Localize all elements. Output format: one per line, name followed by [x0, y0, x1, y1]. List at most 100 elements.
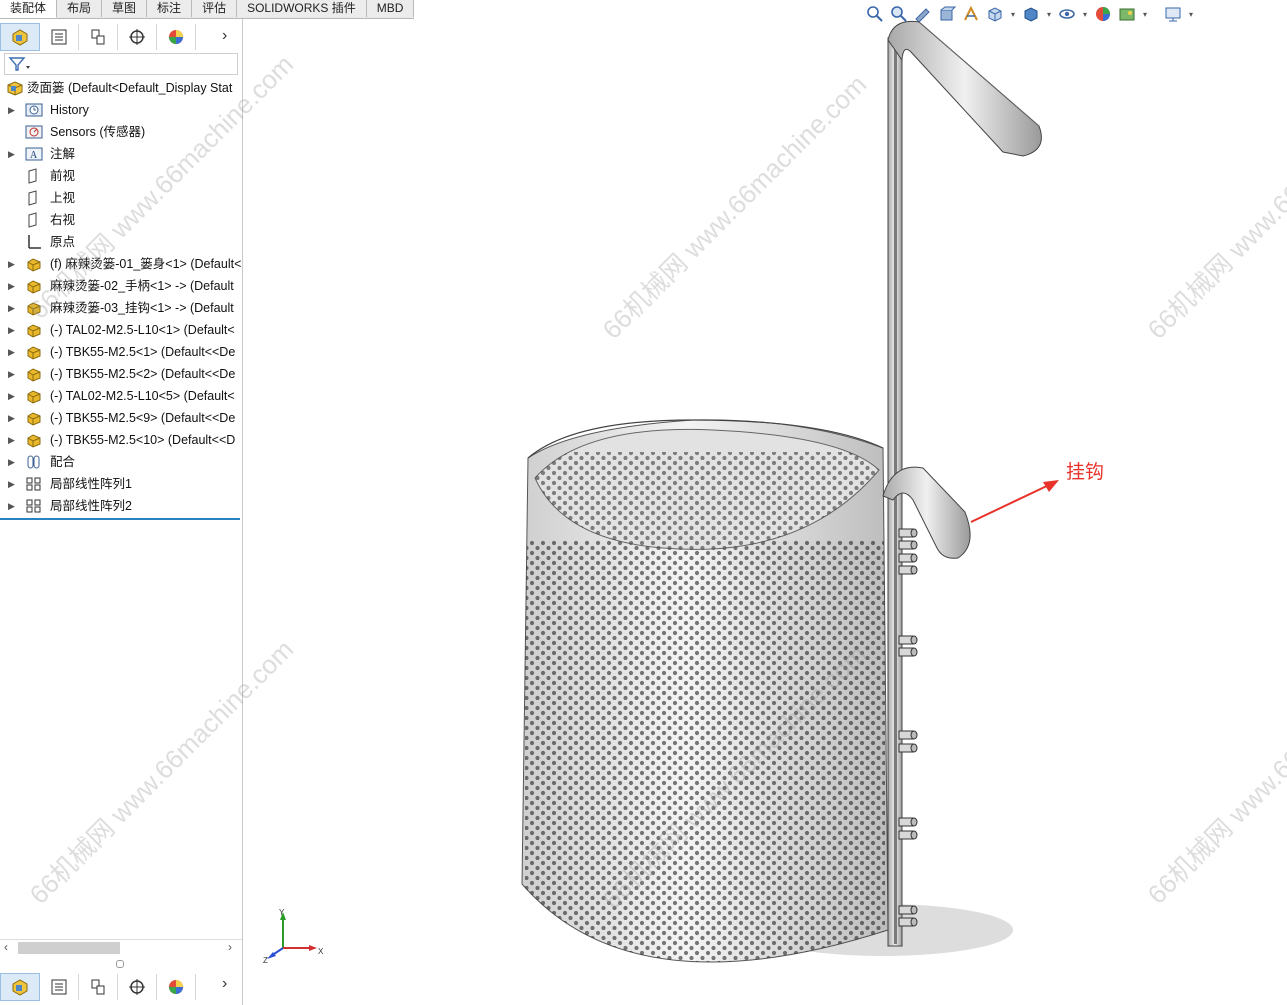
tree-item-label: (-) TBK55-M2.5<2> (Default<<De — [50, 367, 236, 381]
chevron-right-icon[interactable]: ▶ — [8, 407, 16, 429]
handle-top-hook — [887, 20, 1042, 157]
tree-item-label: 前视 — [50, 169, 76, 183]
plane-icon — [28, 190, 37, 206]
chevron-right-icon[interactable]: ▶ — [8, 143, 16, 165]
callout-label-hook: 挂钩 — [1066, 462, 1105, 483]
tab-1[interactable]: 布局 — [57, 0, 103, 17]
bolt — [898, 565, 918, 575]
triad-z-label: Z — [263, 956, 268, 965]
tree-item[interactable]: 右视 — [0, 209, 242, 231]
display-manager-tab-button[interactable] — [157, 974, 196, 1000]
filter-icon — [8, 57, 30, 71]
tree-horizontal-scrollbar[interactable]: ‹ › — [0, 939, 242, 956]
model-basket-assembly[interactable] — [243, 0, 1287, 1005]
scroll-thumb[interactable] — [18, 942, 120, 954]
tree-item[interactable]: ▶ (-) TAL02-M2.5-L10<5> (Default< — [0, 385, 242, 407]
tree-item[interactable]: 前视 — [0, 165, 242, 187]
tree-filter[interactable] — [4, 53, 238, 75]
coordinate-triad: Y X Z — [263, 908, 324, 965]
chevron-right-icon[interactable]: ▶ — [8, 495, 16, 517]
scroll-left-icon[interactable]: ‹ — [4, 940, 8, 954]
dimxpert-tab-button[interactable] — [118, 974, 157, 1000]
assembly-icon — [7, 81, 23, 96]
chevron-right-icon[interactable]: ▶ — [8, 341, 16, 363]
display-manager-icon — [169, 30, 183, 44]
tree-item[interactable]: ▶ 局部线性阵列2 — [0, 495, 242, 517]
chevron-right-icon[interactable]: ▶ — [8, 253, 16, 275]
tree-item[interactable]: ▶ (-) TBK55-M2.5<1> (Default<<De — [0, 341, 242, 363]
display-manager-icon — [169, 980, 183, 994]
tree-item-label: 麻辣烫篓-02_手柄<1> -> (Default — [50, 279, 234, 293]
chevron-right-icon[interactable]: ▶ — [8, 473, 16, 495]
tree-root[interactable]: 烫面篓 (Default<Default_Display Stat — [0, 77, 242, 99]
tree-separator — [0, 518, 240, 520]
callout-arrow-line — [970, 483, 1052, 523]
tree-item[interactable]: 上视 — [0, 187, 242, 209]
chevron-right-icon[interactable]: ▶ — [8, 275, 16, 297]
tree-item-label: 原点 — [50, 235, 76, 249]
featuremanager-tab-button[interactable] — [0, 973, 40, 1001]
part-icon — [27, 346, 41, 360]
display-manager-tab-button[interactable] — [157, 24, 196, 50]
scroll-right-icon[interactable]: › — [228, 940, 232, 954]
pattern-icon — [26, 499, 41, 513]
svg-text:A: A — [30, 150, 38, 161]
tree-item[interactable]: Sensors (传感器) — [0, 121, 242, 143]
bolt — [898, 743, 918, 753]
chevron-right-icon[interactable]: ▶ — [8, 385, 16, 407]
tab-2[interactable]: 草图 — [102, 0, 148, 17]
chevron-right-icon[interactable]: ▶ — [8, 363, 16, 385]
chevron-right-icon[interactable]: ▶ — [8, 429, 16, 451]
tab-0[interactable]: 装配体 — [0, 0, 58, 18]
annotation-icon: A — [25, 147, 43, 161]
tree-item[interactable]: ▶ A 注解 — [0, 143, 242, 165]
pattern-icon — [26, 477, 41, 491]
propertymanager-icon — [51, 29, 67, 45]
bolt — [898, 905, 918, 915]
tab-4[interactable]: 评估 — [192, 0, 238, 17]
bolt — [898, 553, 918, 563]
tree-item[interactable]: ▶ (-) TAL02-M2.5-L10<1> (Default< — [0, 319, 242, 341]
chevron-right-icon[interactable]: ▶ — [8, 99, 16, 121]
tree-item[interactable]: ▶ (-) TBK55-M2.5<10> (Default<<D — [0, 429, 242, 451]
propertymanager-tab-button[interactable] — [40, 24, 79, 50]
dimxpert-tab-button[interactable] — [118, 24, 157, 50]
tree-item-label: 局部线性阵列1 — [50, 477, 132, 491]
tree-item[interactable]: ▶ 配合 — [0, 451, 242, 473]
tree-item-label: (f) 麻辣烫篓-01_篓身<1> (Default< — [50, 257, 242, 271]
bottom-chevron-icon[interactable]: › — [222, 975, 227, 993]
part-icon — [27, 434, 41, 448]
chevron-right-icon[interactable]: ▶ — [8, 297, 16, 319]
tree-item[interactable]: ▶ 麻辣烫篓-02_手柄<1> -> (Default — [0, 275, 242, 297]
tree-item[interactable]: ▶ 麻辣烫篓-03_挂钩<1> -> (Default — [0, 297, 242, 319]
chevron-right-icon[interactable]: ▶ — [8, 451, 16, 473]
triad-y-label: Y — [279, 908, 285, 917]
tree-item[interactable]: ▶ (-) TBK55-M2.5<9> (Default<<De — [0, 407, 242, 429]
bolt — [898, 830, 918, 840]
callout-arrow-head — [1043, 480, 1059, 492]
featuremanager-icon — [12, 979, 28, 996]
tab-3[interactable]: 标注 — [147, 0, 193, 17]
configuration-tab-button[interactable] — [79, 24, 118, 50]
tree-item[interactable]: 原点 — [0, 231, 242, 253]
tree-item[interactable]: ▶ 局部线性阵列1 — [0, 473, 242, 495]
bolt — [898, 540, 918, 550]
panel-chevron-icon[interactable]: › — [222, 27, 227, 45]
graphics-viewport[interactable]: ▾ ▾ ▾ ▾ ▾ Y X Z 66机械网 www.66machine.com … — [243, 0, 1287, 1005]
bolt — [898, 528, 918, 538]
mates-icon — [27, 455, 40, 469]
splitter-dot[interactable] — [116, 960, 124, 968]
tree-item[interactable]: ▶ (-) TBK55-M2.5<2> (Default<<De — [0, 363, 242, 385]
part-icon — [27, 280, 41, 294]
featuremanager-tab-button[interactable] — [0, 23, 40, 51]
tree-item[interactable]: ▶ (f) 麻辣烫篓-01_篓身<1> (Default< — [0, 253, 242, 275]
tree-item[interactable]: ▶ History — [0, 99, 242, 121]
tree-item-label: (-) TAL02-M2.5-L10<1> (Default< — [50, 323, 235, 337]
triad-x-label: X — [318, 947, 324, 956]
panel-toolbar — [0, 23, 196, 51]
tree-root-label: 烫面篓 (Default<Default_Display Stat — [27, 81, 233, 95]
plane-icon — [28, 212, 37, 228]
propertymanager-tab-button[interactable] — [40, 974, 79, 1000]
chevron-right-icon[interactable]: ▶ — [8, 319, 16, 341]
configuration-tab-button[interactable] — [79, 974, 118, 1000]
